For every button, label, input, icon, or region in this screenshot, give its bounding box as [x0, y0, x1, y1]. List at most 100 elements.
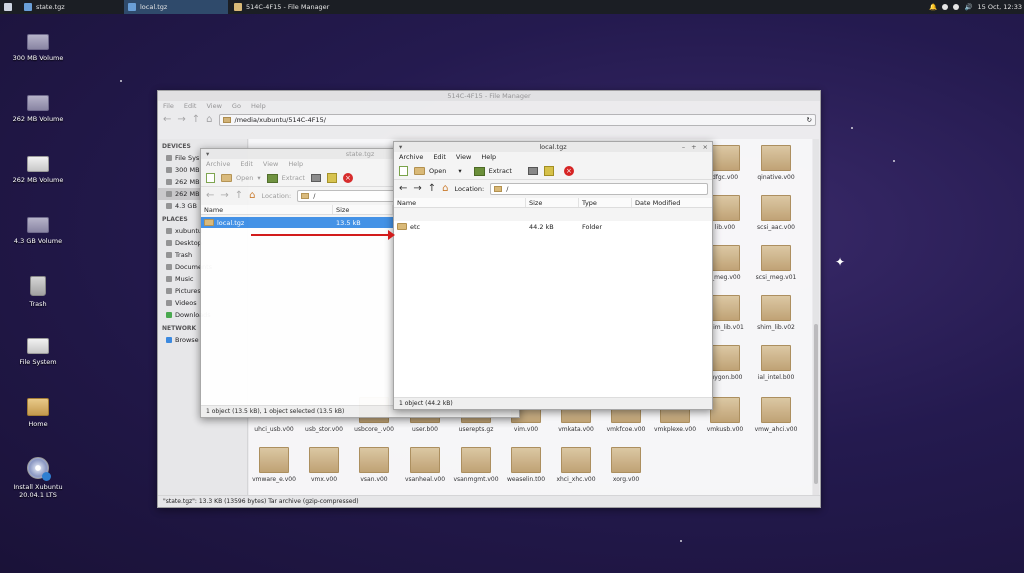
menu-help[interactable]: Help	[251, 101, 266, 112]
home-icon[interactable]: ⌂	[206, 115, 212, 125]
task-file-manager[interactable]: 514C-4F15 - File Manager	[230, 0, 360, 14]
task-state-tgz[interactable]: state.tgz	[20, 0, 122, 14]
location-label: Location:	[454, 185, 485, 193]
notification-bell-icon[interactable]: 🔔	[929, 3, 937, 11]
forward-arrow-icon[interactable]: →	[220, 191, 228, 201]
clock[interactable]: 15 Oct, 12:33	[978, 3, 1022, 11]
drive-icon	[27, 338, 49, 354]
new-archive-button[interactable]	[399, 166, 408, 176]
menu-archive[interactable]: Archive	[399, 152, 423, 163]
file-item[interactable]: ial_intel.b00	[748, 345, 804, 381]
column-name[interactable]: Name	[201, 205, 333, 214]
power-icon[interactable]	[942, 4, 949, 10]
properties-button[interactable]	[310, 174, 321, 182]
scrollbar-thumb[interactable]	[814, 324, 818, 484]
menu-edit[interactable]: Edit	[184, 101, 197, 112]
list-item[interactable]: etc 44.2 kB Folder	[394, 221, 712, 232]
reload-icon[interactable]: ↻	[807, 116, 812, 124]
close-icon[interactable]: ×	[703, 142, 708, 152]
menu-archive[interactable]: Archive	[206, 159, 230, 170]
menu-go[interactable]: Go	[232, 101, 241, 112]
file-item[interactable]: vsan.v00	[346, 447, 402, 483]
task-local-tgz[interactable]: local.tgz	[124, 0, 228, 14]
desktop-icon-install-xubuntu[interactable]: Install Xubuntu 20.04.1 LTS	[8, 457, 68, 500]
menu-view[interactable]: View	[456, 152, 471, 163]
desktop-icon-trash[interactable]: Trash	[8, 276, 68, 308]
home-icon[interactable]: ⌂	[249, 191, 255, 201]
new-archive-button[interactable]	[206, 173, 215, 183]
back-arrow-icon[interactable]: ←	[163, 115, 171, 125]
desktop-icon-4-3gb-volume[interactable]: 4.3 GB Volume	[8, 217, 68, 245]
menu-view[interactable]: View	[206, 101, 221, 112]
menu-edit[interactable]: Edit	[433, 152, 446, 163]
applications-menu-button[interactable]	[0, 0, 14, 14]
add-files-button[interactable]	[543, 166, 554, 176]
column-name[interactable]: Name	[394, 198, 526, 207]
file-item[interactable]: xorg.v00	[598, 447, 654, 483]
path-input[interactable]: /media/xubuntu/514C-4F15/ ↻	[218, 114, 816, 126]
trash-icon	[30, 276, 46, 296]
menu-file[interactable]: File	[163, 101, 174, 112]
extract-button[interactable]: Extract	[266, 173, 305, 183]
file-item[interactable]: vmware_e.v00	[246, 447, 302, 483]
file-item[interactable]: vsanmgmt.v00	[448, 447, 504, 483]
column-size[interactable]: Size	[526, 198, 579, 207]
window-titlebar[interactable]: 514C-4F15 - File Manager	[158, 91, 820, 101]
stop-button[interactable]: ×	[342, 173, 353, 183]
folder-icon	[234, 3, 242, 11]
archive-file-icon	[710, 345, 740, 371]
stop-button[interactable]: ×	[563, 166, 574, 176]
file-item[interactable]: qinative.v00	[748, 145, 804, 181]
properties-icon	[527, 167, 538, 175]
file-item[interactable]: xhci_xhc.v00	[548, 447, 604, 483]
desktop-icon-300mb-volume[interactable]: 300 MB Volume	[8, 34, 68, 62]
volume-icon[interactable]: 🔊	[964, 3, 972, 11]
file-item[interactable]: weaselin.t00	[498, 447, 554, 483]
desktop-icon-262mb-volume[interactable]: 262 MB Volume	[8, 95, 68, 123]
add-files-button[interactable]	[326, 173, 337, 183]
window-menu-icon[interactable]: ▾	[206, 149, 209, 159]
file-item[interactable]: vmx.v00	[296, 447, 352, 483]
column-date-modified[interactable]: Date Modified	[632, 198, 710, 207]
file-item[interactable]: vsanheal.v00	[397, 447, 453, 483]
window-titlebar[interactable]: ▾ local.tgz – + ×	[394, 142, 712, 152]
menu-help[interactable]: Help	[288, 159, 303, 170]
forward-arrow-icon[interactable]: →	[413, 184, 421, 194]
network-icon[interactable]	[953, 4, 960, 10]
minimize-icon[interactable]: –	[682, 142, 685, 152]
archive-window-local-tgz[interactable]: ▾ local.tgz – + × Archive Edit View Help…	[393, 141, 713, 410]
archive-file-icon	[761, 295, 791, 321]
file-item[interactable]: scsi_aac.v00	[748, 195, 804, 231]
open-button[interactable]: Open ▾	[414, 167, 462, 175]
file-item[interactable]: vmw_ahci.v00	[748, 397, 804, 433]
file-item[interactable]: shim_lib.v02	[748, 295, 804, 331]
desktop-icon-262mb-volume-2[interactable]: 262 MB Volume	[8, 156, 68, 184]
archive-file-icon	[309, 447, 339, 473]
location-input[interactable]: /	[490, 183, 708, 195]
back-arrow-icon[interactable]: ←	[399, 184, 407, 194]
up-arrow-icon[interactable]: ↑	[428, 184, 436, 194]
extract-button[interactable]: Extract	[473, 166, 512, 176]
column-type[interactable]: Type	[579, 198, 632, 207]
up-arrow-icon[interactable]: ↑	[235, 191, 243, 201]
forward-arrow-icon[interactable]: →	[177, 115, 185, 125]
menu-view[interactable]: View	[263, 159, 278, 170]
desktop-icon-file-system[interactable]: File System	[8, 338, 68, 366]
vertical-scrollbar[interactable]	[813, 139, 819, 495]
archive-file-icon	[710, 295, 740, 321]
desktop-icon-home[interactable]: Home	[8, 398, 68, 428]
task-label: 514C-4F15 - File Manager	[246, 3, 330, 11]
maximize-icon[interactable]: +	[691, 142, 696, 152]
menu-help[interactable]: Help	[481, 152, 496, 163]
column-size[interactable]: Size	[333, 205, 393, 214]
folder-open-icon	[414, 167, 425, 175]
drive-icon	[27, 34, 49, 50]
properties-button[interactable]	[527, 167, 538, 175]
open-button[interactable]: Open ▾	[221, 174, 261, 182]
up-arrow-icon[interactable]: ↑	[192, 115, 200, 125]
menu-edit[interactable]: Edit	[240, 159, 253, 170]
file-item[interactable]: scsi_meg.v01	[748, 245, 804, 281]
home-icon[interactable]: ⌂	[442, 184, 448, 194]
back-arrow-icon[interactable]: ←	[206, 191, 214, 201]
window-menu-icon[interactable]: ▾	[399, 142, 402, 152]
